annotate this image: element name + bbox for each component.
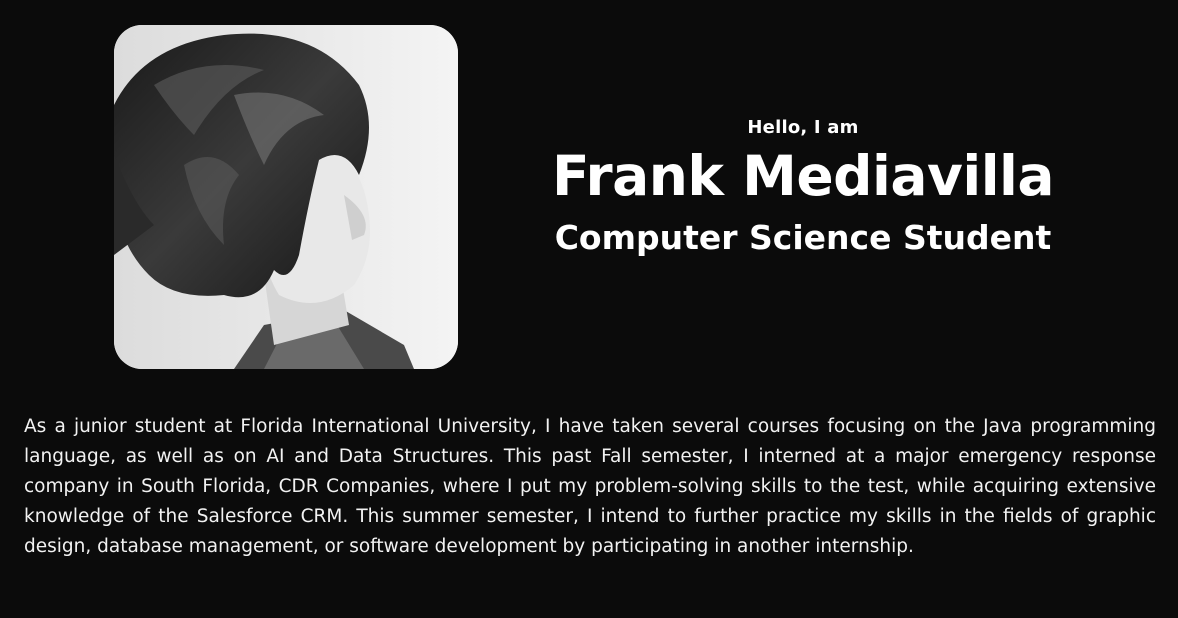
intro-block: Hello, I am Frank Mediavilla Computer Sc…: [520, 110, 1086, 260]
bio-paragraph: As a junior student at Florida Internati…: [24, 416, 1156, 557]
profile-name: Frank Mediavilla: [551, 144, 1055, 208]
profile-role: Computer Science Student: [554, 218, 1052, 257]
profile-photo: [114, 25, 458, 369]
greeting-text: Hello, I am: [747, 117, 859, 138]
profile-photo-image: [114, 25, 458, 369]
about-section: Hello, I am Frank Mediavilla Computer Sc…: [0, 0, 1178, 618]
